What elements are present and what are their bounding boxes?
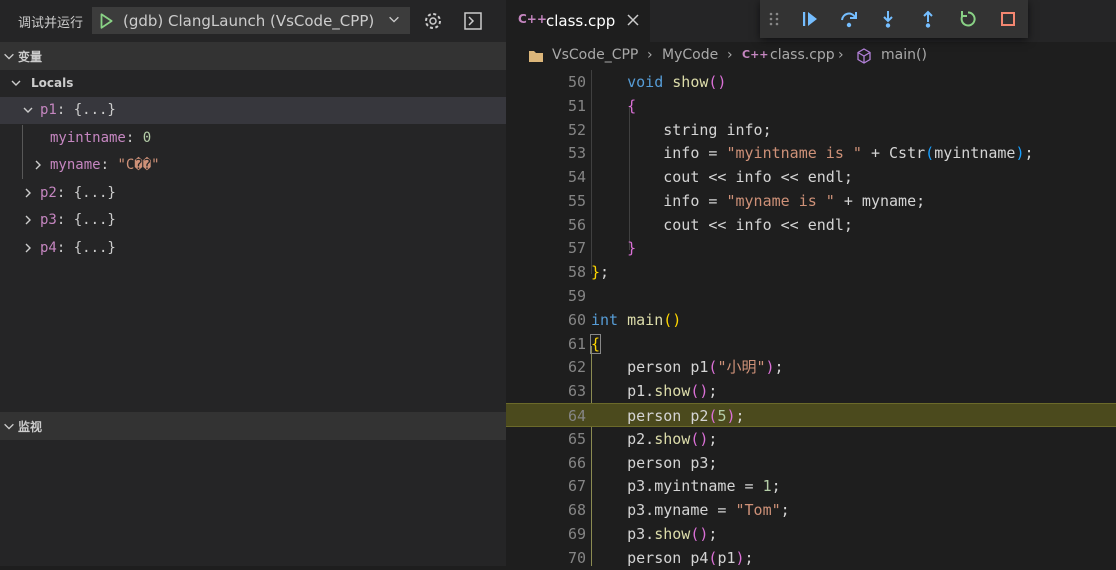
variables-section-header[interactable]: 变量 — [0, 42, 506, 70]
code-editor[interactable]: 50 void show() 51 { 52 string info; 53 i… — [506, 70, 1116, 567]
breadcrumb-item[interactable]: class.cpp — [770, 47, 835, 63]
variable-name: p4 — [40, 240, 57, 256]
code-line: 70 person p4(p1); — [567, 549, 754, 567]
variable-value: "C��" — [117, 157, 160, 173]
variable-name: p1 — [40, 102, 57, 118]
cpp-file-icon: C++ — [742, 48, 769, 61]
variable-name: p2 — [40, 185, 57, 201]
editor-area: C++ class.cpp VsCode_CPP › MyCode › C++ … — [506, 0, 1116, 567]
chevron-right-icon — [25, 215, 31, 225]
code-line: 65 p2.show(); — [567, 430, 718, 448]
code-line: 54 cout << info << endl; — [567, 168, 853, 186]
code-line: 52 string info; — [567, 121, 772, 139]
restart-icon[interactable] — [958, 9, 978, 29]
breadcrumb-separator-icon: › — [647, 47, 653, 63]
chevron-down-icon — [23, 107, 33, 113]
cpp-file-icon: C++ — [518, 12, 547, 26]
code-line: 61{ — [567, 334, 602, 354]
breadcrumb: VsCode_CPP › MyCode › C++ class.cpp › ma… — [506, 42, 1116, 70]
variables-section-title: 变量 — [18, 50, 43, 64]
launch-config-label: (gdb) ClangLaunch (VsCode_CPP) — [123, 12, 375, 30]
variable-row[interactable]: myname: "C��" — [0, 152, 506, 179]
variable-row[interactable]: myintname: 0 — [0, 125, 506, 152]
debug-toolbar: 调试并运行 (gdb) ClangLaunch (VsCode_CPP) — [0, 0, 506, 42]
code-line: 58}; — [567, 263, 610, 281]
variable-name: p3 — [40, 212, 57, 228]
tab-label: class.cpp — [546, 12, 616, 30]
code-line: 55 info = "myname is " + myname; — [567, 192, 926, 210]
variable-value: {...} — [73, 185, 116, 201]
chevron-down-icon — [4, 53, 14, 60]
gear-icon[interactable] — [423, 11, 443, 31]
locals-scope[interactable]: Locals — [0, 70, 506, 97]
code-line: 66 person p3; — [567, 454, 718, 472]
code-line: 59 — [567, 287, 586, 305]
code-line: 68 p3.myname = "Tom"; — [567, 501, 790, 519]
chevron-down-icon — [11, 80, 21, 86]
chevron-down-icon — [4, 423, 14, 430]
code-line: 60 int main() — [567, 311, 682, 329]
code-line: 63 p1.show(); — [567, 382, 718, 400]
debug-view-title: 调试并运行 — [18, 16, 84, 31]
stop-icon[interactable] — [998, 9, 1018, 29]
watch-section-header[interactable]: 监视 — [0, 412, 506, 440]
locals-label: Locals — [31, 76, 74, 90]
close-icon[interactable] — [626, 13, 640, 27]
step-into-icon[interactable] — [878, 9, 898, 29]
breadcrumb-item[interactable]: MyCode — [662, 47, 718, 63]
chevron-right-icon — [25, 188, 31, 198]
variable-row[interactable]: p3: {...} — [0, 207, 506, 234]
variable-row[interactable]: p2: {...} — [0, 180, 506, 207]
variable-value: {...} — [73, 102, 116, 118]
chevron-right-icon — [25, 243, 31, 253]
floating-debug-toolbar — [760, 0, 1028, 38]
debug-sidebar: 调试并运行 (gdb) ClangLaunch (VsCode_CPP) 变量 … — [0, 0, 506, 566]
breadcrumb-item[interactable]: main() — [881, 47, 927, 63]
watch-section-title: 监视 — [18, 420, 43, 434]
launch-config-select[interactable]: (gdb) ClangLaunch (VsCode_CPP) — [92, 7, 410, 34]
breadcrumb-item[interactable]: VsCode_CPP — [552, 47, 638, 63]
drag-handle-icon[interactable] — [768, 9, 780, 29]
debug-console-icon[interactable] — [463, 11, 483, 31]
variable-name: myname — [50, 157, 101, 173]
code-line: 50 void show() — [567, 73, 727, 91]
variable-name: myintname — [50, 130, 126, 146]
code-line: 69 p3.show(); — [567, 525, 718, 543]
code-line: 53 info = "myintname is " + Cstr(myintna… — [567, 144, 1034, 162]
current-execution-line: 64 person p2(5); — [506, 403, 1116, 427]
breadcrumb-separator-icon: › — [838, 47, 844, 63]
variable-value: {...} — [73, 240, 116, 256]
chevron-down-icon — [389, 16, 399, 23]
continue-icon[interactable] — [800, 9, 820, 29]
code-line: 67 p3.myintname = 1; — [567, 477, 781, 495]
code-line: 57 } — [567, 239, 637, 257]
code-line: 62 person p1("小明"); — [567, 358, 784, 376]
code-line: 51 { — [567, 97, 637, 115]
chevron-right-icon — [35, 160, 41, 170]
variable-row[interactable]: p1: {...} — [0, 97, 506, 124]
step-over-icon[interactable] — [839, 9, 859, 29]
code-line: 56 cout << info << endl; — [567, 216, 853, 234]
breadcrumb-separator-icon: › — [727, 47, 733, 63]
step-out-icon[interactable] — [918, 9, 938, 29]
folder-icon — [529, 51, 543, 62]
variable-value: {...} — [73, 212, 116, 228]
start-debugging-icon[interactable] — [97, 12, 115, 30]
method-cube-icon — [857, 48, 871, 64]
variable-row[interactable]: p4: {...} — [0, 235, 506, 262]
variable-value: 0 — [142, 130, 152, 146]
tab-class-cpp[interactable]: C++ class.cpp — [506, 0, 650, 42]
